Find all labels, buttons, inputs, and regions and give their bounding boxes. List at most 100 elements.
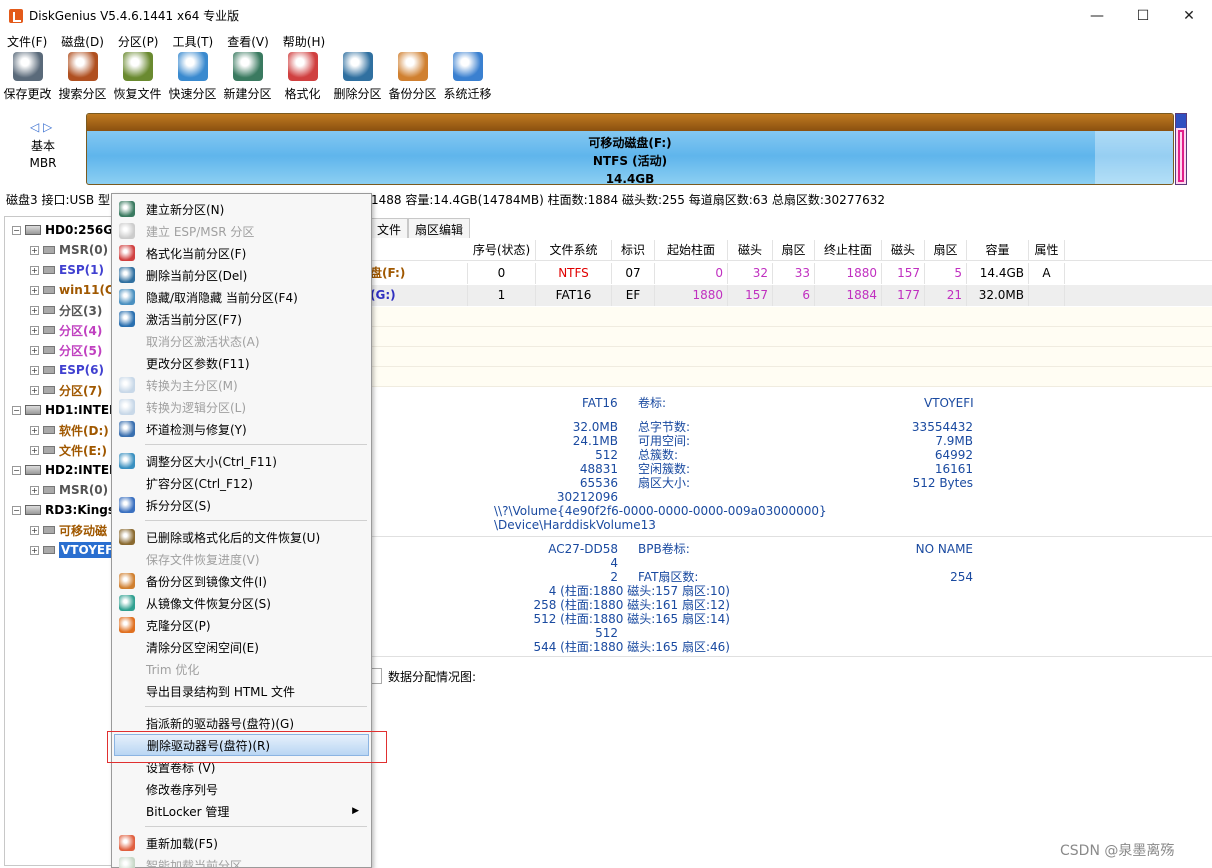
table-cell: EF [612,285,655,306]
column-header[interactable]: 文件系统 [536,240,612,261]
context-menu-item[interactable]: 更改分区参数(F11) [114,352,369,374]
tree-node[interactable]: − RD3:Kingst [12,500,121,520]
menu-tools[interactable]: 工具(T) [166,33,221,50]
tree-node[interactable]: + 软件(D:) [30,420,109,440]
partition-bar-f[interactable]: 可移动磁盘(F:) NTFS (活动) 14.4GB [86,113,1174,185]
context-menu-item[interactable]: 隐藏/取消隐藏 当前分区(F4) [114,286,369,308]
context-menu-item[interactable]: 删除当前分区(Del) [114,264,369,286]
menu-help[interactable]: 帮助(H) [276,33,332,50]
context-menu-item[interactable]: 格式化当前分区(F) [114,242,369,264]
collapse-icon[interactable]: − [12,405,21,415]
detail-guid-path: \\?\Volume{4e90f2f6-0000-0000-0000-009a0… [494,504,827,518]
tree-node[interactable]: − HD1:INTEL [12,400,117,420]
partition-bar-esp[interactable] [1175,113,1187,185]
context-menu-item[interactable]: 建立新分区(N) [114,198,369,220]
expand-icon[interactable]: + [30,265,39,275]
context-menu-label: 克隆分区(P) [146,618,211,633]
wipe-icon [119,639,135,655]
table-row[interactable]: 盘(F:) 0 NTFS 07 0 32 33 1880 157 5 14.4GB A [370,263,1212,284]
table-cell: 157 [728,285,773,306]
deactivate-icon [119,333,135,349]
context-menu-item[interactable]: 导出目录结构到 HTML 文件 [114,680,369,702]
tree-node[interactable]: + MSR(0) [30,480,108,500]
context-menu-item[interactable]: 克隆分区(P) [114,614,369,636]
tab-sector-editor[interactable]: 扇区编辑 [408,218,471,238]
column-header[interactable]: 属性 [1029,240,1065,261]
toolbar-button-7[interactable]: 备份分区 [385,52,440,106]
expand-icon[interactable]: + [30,345,39,355]
column-header[interactable]: 标识 [612,240,655,261]
toolbar-button-2[interactable]: 恢复文件 [110,52,165,106]
context-menu-item[interactable]: 拆分分区(S) [114,494,369,516]
toolbar-button-5[interactable]: 格式化 [275,52,330,106]
expand-icon[interactable]: + [30,545,39,555]
context-menu-item[interactable]: 激活当前分区(F7) [114,308,369,330]
tree-node[interactable]: + ESP(1) [30,260,104,280]
tree-node[interactable]: + 分区(3) [30,300,102,320]
expand-icon[interactable]: + [30,385,39,395]
context-menu-item[interactable]: 清除分区空闲空间(E) [114,636,369,658]
column-header[interactable]: 容量 [967,240,1029,261]
menu-view[interactable]: 查看(V) [220,33,276,50]
column-header[interactable]: 磁头 [882,240,925,261]
context-menu-label: 清除分区空闲空间(E) [146,640,259,655]
expand-icon[interactable]: + [30,305,39,315]
toolbar-button-6[interactable]: 删除分区 [330,52,385,106]
collapse-icon[interactable]: − [12,505,21,515]
toolbar-button-8[interactable]: 系统迁移 [440,52,495,106]
menu-file[interactable]: 文件(F) [0,33,54,50]
close-button[interactable]: ✕ [1166,0,1212,31]
window-title: DiskGenius V5.4.6.1441 x64 专业版 [29,9,240,23]
context-menu-item[interactable]: BitLocker 管理 ▶ [114,800,369,822]
expand-icon[interactable]: + [30,325,39,335]
column-header[interactable]: 扇区 [925,240,967,261]
expand-icon[interactable]: + [30,425,39,435]
maximize-button[interactable]: ☐ [1120,0,1166,31]
context-menu-item[interactable]: 已删除或格式化后的文件恢复(U) [114,526,369,548]
context-menu-item[interactable]: 从镜像文件恢复分区(S) [114,592,369,614]
activate-icon [119,311,135,327]
tree-node[interactable]: + win11(C [30,280,114,300]
context-menu-item[interactable]: 扩容分区(Ctrl_F12) [114,472,369,494]
tab-files[interactable]: 文件 [370,218,409,238]
tree-node[interactable]: + 文件(E:) [30,440,107,460]
column-header[interactable]: 序号(状态) [468,240,536,261]
table-row[interactable]: (G:) 1 FAT16 EF 1880 157 6 1884 177 21 32.0MB [370,285,1212,306]
expand-icon[interactable]: + [30,485,39,495]
column-header[interactable]: 扇区 [773,240,815,261]
toolbar-button-3[interactable]: 快速分区 [165,52,220,106]
context-menu-item[interactable]: 重新加载(F5) [114,832,369,854]
menu-partition[interactable]: 分区(P) [111,33,166,50]
expand-icon[interactable]: + [30,365,39,375]
tree-node[interactable]: + 分区(5) [30,340,102,360]
tree-node[interactable]: + 可移动磁 [30,520,107,540]
toolbar-button-1[interactable]: 搜索分区 [55,52,110,106]
menu-disk[interactable]: 磁盘(D) [54,33,111,50]
toolbar-button-0[interactable]: 保存更改 [0,52,55,106]
tree-node[interactable]: + 分区(4) [30,320,102,340]
tree-node[interactable]: + ESP(6) [30,360,104,380]
expand-icon[interactable]: + [30,285,39,295]
minimize-button[interactable]: — [1074,0,1120,31]
tree-node[interactable]: + MSR(0) [30,240,108,260]
context-menu-item[interactable]: 修改卷序列号 [114,778,369,800]
expand-icon[interactable]: + [30,525,39,535]
context-menu-item[interactable]: 备份分区到镜像文件(I) [114,570,369,592]
column-header[interactable]: 起始柱面 [655,240,728,261]
tree-node[interactable]: + 分区(7) [30,380,102,400]
backup-icon [397,52,428,81]
expand-icon[interactable]: + [30,445,39,455]
collapse-icon[interactable]: − [12,465,21,475]
tree-node[interactable]: − HD2:INTEL [12,460,117,480]
tree-node[interactable]: − HD0:256GB [12,220,122,240]
disk-nav-arrows[interactable]: ◁ ▷ [30,120,52,134]
detail-left-5: 30212096 [556,490,618,504]
column-header[interactable]: 终止柱面 [815,240,882,261]
toolbar-button-4[interactable]: 新建分区 [220,52,275,106]
column-header[interactable]: 磁头 [728,240,773,261]
context-menu-item[interactable]: 坏道检测与修复(Y) [114,418,369,440]
collapse-icon[interactable]: − [12,225,21,235]
tree-node[interactable]: + VTOYEFI [30,540,120,560]
expand-icon[interactable]: + [30,245,39,255]
context-menu-item[interactable]: 调整分区大小(Ctrl_F11) [114,450,369,472]
